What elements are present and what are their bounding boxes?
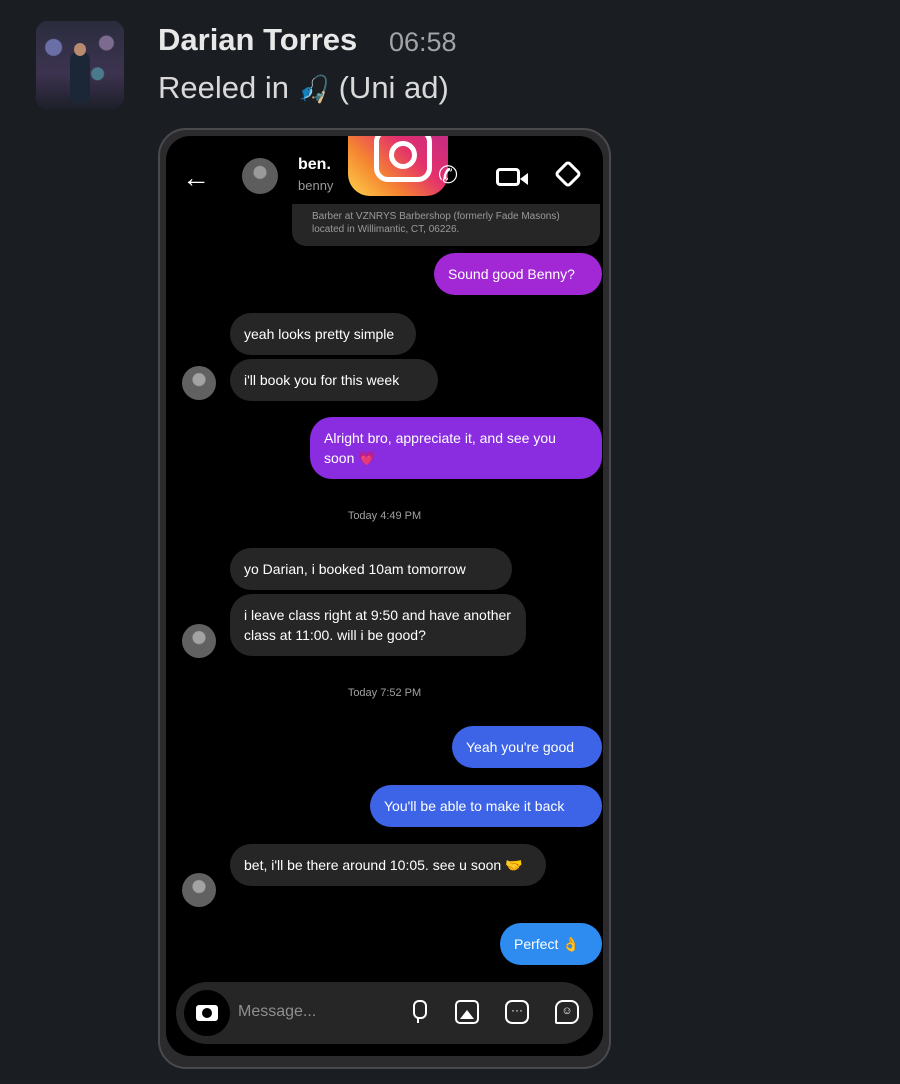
incoming-message: i'll book you for this week bbox=[230, 359, 438, 401]
sender-avatar[interactable] bbox=[36, 21, 124, 109]
dm-header: ← ben. benny ✆ bbox=[166, 136, 603, 211]
timestamp-divider: Today 7:52 PM bbox=[347, 687, 422, 699]
screenshot-attachment[interactable]: ← ben. benny ✆ Barber at VZNRYS Barbersh… bbox=[158, 128, 611, 1069]
outgoing-message: Alright bro, appreciate it, and see you … bbox=[310, 417, 602, 479]
message-input-placeholder: Message... bbox=[238, 1003, 317, 1020]
sticker-icon: ☺ bbox=[555, 1000, 579, 1024]
outgoing-message: You'll be able to make it back bbox=[370, 785, 602, 827]
instagram-logo-icon bbox=[348, 136, 448, 196]
message-text: Reeled in 🎣 (Uni ad) bbox=[158, 70, 449, 106]
dm-screen: ← ben. benny ✆ Barber at VZNRYS Barbersh… bbox=[166, 136, 603, 1056]
incoming-message: i leave class right at 9:50 and have ano… bbox=[230, 594, 526, 656]
tag-icon bbox=[553, 159, 583, 189]
message-text-after: (Uni ad) bbox=[338, 70, 449, 105]
contact-name: ben. bbox=[298, 156, 331, 173]
chat-message: Darian Torres 06:58 Reeled in 🎣 (Uni ad)… bbox=[0, 0, 900, 1084]
message-composer: Message... ··· ☺ bbox=[176, 982, 593, 1044]
contact-mini-avatar bbox=[182, 873, 216, 907]
contact-username: benny bbox=[298, 178, 334, 193]
incoming-message: bet, i'll be there around 10:05. see u s… bbox=[230, 844, 546, 886]
outgoing-message: Yeah you're good bbox=[452, 726, 602, 768]
contact-mini-avatar bbox=[182, 624, 216, 658]
gallery-icon bbox=[455, 1000, 479, 1024]
message-text-before: Reeled in bbox=[158, 70, 289, 105]
fishing-pole-emoji: 🎣 bbox=[297, 74, 330, 104]
chat-icon: ··· bbox=[505, 1000, 529, 1024]
back-arrow-icon: ← bbox=[182, 162, 210, 193]
timestamp-divider: Today 4:49 PM bbox=[347, 510, 422, 522]
incoming-message: yeah looks pretty simple bbox=[230, 313, 416, 355]
message-timestamp[interactable]: 06:58 bbox=[389, 27, 457, 58]
phone-call-icon: ✆ bbox=[438, 162, 459, 189]
outgoing-message: Sound good Benny? bbox=[434, 253, 602, 295]
incoming-message: yo Darian, i booked 10am tomorrow bbox=[230, 548, 512, 590]
camera-icon bbox=[184, 990, 230, 1036]
contact-avatar bbox=[242, 158, 278, 194]
microphone-icon bbox=[406, 1000, 430, 1024]
incoming-message: Barber at VZNRYS Barbershop (formerly Fa… bbox=[292, 204, 600, 246]
contact-mini-avatar bbox=[182, 366, 216, 400]
video-call-icon bbox=[496, 168, 528, 186]
outgoing-message: Perfect 👌 bbox=[500, 923, 602, 965]
sender-name[interactable]: Darian Torres bbox=[158, 22, 357, 58]
